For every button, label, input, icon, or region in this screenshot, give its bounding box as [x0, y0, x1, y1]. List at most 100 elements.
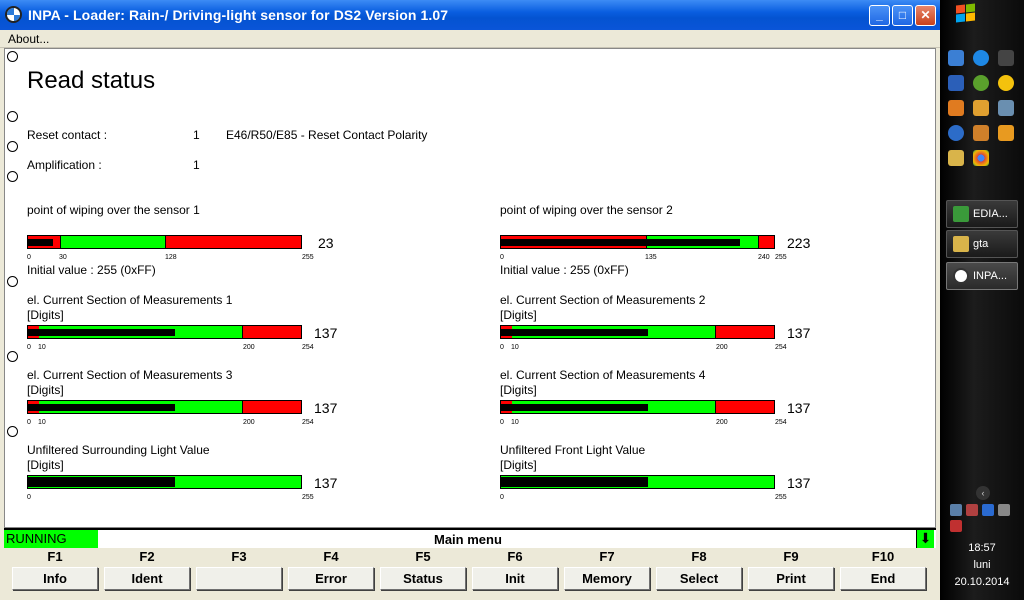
chrome-icon[interactable]: [973, 150, 989, 166]
media-player-icon[interactable]: [948, 125, 964, 141]
arrow-down-icon[interactable]: ⬇: [916, 530, 934, 548]
radio-button[interactable]: [7, 111, 18, 122]
value-fill: [501, 477, 648, 487]
value-fill: [501, 239, 740, 246]
minimize-button[interactable]: _: [869, 5, 890, 26]
current3-value: 137: [314, 400, 338, 416]
radio-button[interactable]: [7, 141, 18, 152]
chevron-left-icon[interactable]: ‹: [976, 486, 990, 500]
fkey-f6: F6 Init: [472, 548, 558, 590]
fkey-f5-button[interactable]: Status: [380, 567, 466, 590]
utorrent-icon[interactable]: [973, 75, 989, 91]
taskbar-item-edia[interactable]: EDIA...: [946, 200, 1018, 228]
radio-button[interactable]: [7, 276, 18, 287]
front-title: Unfiltered Front Light Value: [500, 443, 646, 457]
high-zone: [165, 236, 301, 248]
menu-about[interactable]: About...: [8, 32, 49, 46]
maximize-button[interactable]: □: [892, 5, 913, 26]
fkey-f3: F3: [196, 548, 282, 590]
scale-label: 30: [59, 254, 67, 261]
fkey-label: F3: [231, 549, 247, 564]
folder-icon[interactable]: [948, 150, 964, 166]
fkey-f9-button[interactable]: Print: [748, 567, 834, 590]
wipe2-initial: Initial value : 255 (0xFF): [500, 263, 629, 277]
windows-logo-icon[interactable]: [954, 3, 976, 24]
scale-label: 10: [38, 344, 46, 351]
current4-unit: [Digits]: [500, 383, 537, 397]
radio-button[interactable]: [7, 51, 18, 62]
speaker-icon[interactable]: [998, 504, 1010, 516]
fkey-label: F8: [691, 549, 707, 564]
fkey-f7-button[interactable]: Memory: [564, 567, 650, 590]
messenger-icon[interactable]: [998, 75, 1014, 91]
scale-label: 240: [758, 254, 770, 261]
app-icon[interactable]: [973, 125, 989, 141]
radio-button[interactable]: [7, 171, 18, 182]
fkey-f3-button[interactable]: [196, 567, 282, 590]
clock[interactable]: 18:57 luni 20.10.2014: [944, 540, 1020, 591]
fkey-f7: F7 Memory: [564, 548, 650, 590]
fkey-f4-button[interactable]: Error: [288, 567, 374, 590]
app-icon[interactable]: [948, 100, 964, 116]
scale-label: 200: [716, 344, 728, 351]
menu-bar: About...: [0, 30, 940, 48]
scale-label: 0: [500, 344, 504, 351]
scale-label: 0: [27, 494, 31, 501]
scale-label: 200: [243, 344, 255, 351]
fkey-f2: F2 Ident: [104, 548, 190, 590]
running-indicator: RUNNING: [4, 530, 98, 548]
scale-label: 0: [500, 254, 504, 261]
current3-title: el. Current Section of Measurements 3: [27, 368, 233, 382]
current3-bar: [27, 400, 302, 414]
security-alert-icon[interactable]: [950, 520, 962, 532]
fkey-f2-button[interactable]: Ident: [104, 567, 190, 590]
fkey-f6-button[interactable]: Init: [472, 567, 558, 590]
value-fill: [28, 404, 175, 411]
fkey-f8-button[interactable]: Select: [656, 567, 742, 590]
close-button[interactable]: ✕: [915, 5, 936, 26]
taskbar-item-inpa[interactable]: INPA...: [946, 262, 1018, 290]
word-icon[interactable]: [948, 75, 964, 91]
scale-label: 254: [302, 344, 314, 351]
browser-icon[interactable]: [948, 50, 964, 66]
surround-bar: [27, 475, 302, 489]
app-icon[interactable]: [998, 125, 1014, 141]
current4-value: 137: [787, 400, 811, 416]
scale-label: 135: [645, 254, 657, 261]
page-title: Read status: [27, 67, 156, 94]
current4-title: el. Current Section of Measurements 4: [500, 368, 706, 382]
wipe2-value: 223: [787, 235, 811, 251]
taskbar-item-gta[interactable]: gta: [946, 230, 1018, 258]
value-fill: [28, 477, 175, 487]
fkey-label: F4: [323, 549, 339, 564]
fkey-f10-button[interactable]: End: [840, 567, 926, 590]
scale-label: 254: [302, 419, 314, 426]
scale-label: 0: [27, 419, 31, 426]
bluetooth-icon[interactable]: [982, 504, 994, 516]
radio-button[interactable]: [7, 426, 18, 437]
window-title: INPA - Loader: Rain-/ Driving-light sens…: [28, 7, 449, 23]
scale-label: 0: [500, 494, 504, 501]
menu-level-label: Main menu: [434, 532, 502, 547]
fkey-label: F10: [871, 549, 895, 564]
fkey-f1-button[interactable]: Info: [12, 567, 98, 590]
fkey-f9: F9 Print: [748, 548, 834, 590]
title-bar[interactable]: INPA - Loader: Rain-/ Driving-light sens…: [0, 0, 940, 30]
scale-label: 254: [775, 419, 787, 426]
scale-label: 200: [243, 419, 255, 426]
wipe1-bar: [27, 235, 302, 249]
current3-unit: [Digits]: [27, 383, 64, 397]
media-icon[interactable]: [998, 50, 1014, 66]
scale-label: 10: [38, 419, 46, 426]
scale-label: 128: [165, 254, 177, 261]
screen: INPA - Loader: Rain-/ Driving-light sens…: [0, 0, 1024, 600]
network-icon[interactable]: [950, 504, 962, 516]
clock-date: 20.10.2014: [954, 576, 1010, 588]
app-icon[interactable]: [998, 100, 1014, 116]
radio-button[interactable]: [7, 351, 18, 362]
network-error-icon[interactable]: [966, 504, 978, 516]
fkey-label: F5: [415, 549, 431, 564]
internet-explorer-icon[interactable]: [973, 50, 989, 66]
app-icon[interactable]: [973, 100, 989, 116]
system-tray: ‹ 18:57 luni 20.10.2014: [944, 486, 1020, 600]
